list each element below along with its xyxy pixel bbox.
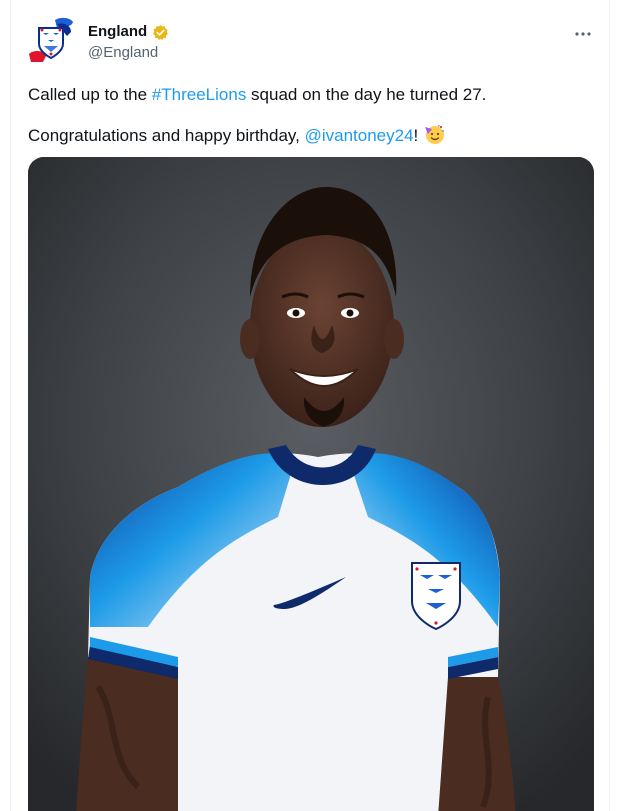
avatar[interactable]: [27, 16, 75, 64]
tweet-media[interactable]: [28, 157, 594, 811]
more-options-button[interactable]: [571, 22, 595, 46]
tweet-line-1: Called up to the #ThreeLions squad on th…: [28, 84, 598, 106]
tweet-card[interactable]: England @England Called up to the #Three…: [10, 0, 610, 811]
tweet-text-segment: !: [413, 126, 419, 145]
tweet-text: Called up to the #ThreeLions squad on th…: [28, 84, 598, 151]
page: England @England Called up to the #Three…: [0, 0, 621, 811]
verified-badge-icon[interactable]: [152, 24, 169, 41]
three-lions-crest-icon: [29, 17, 73, 62]
author-handle[interactable]: @England: [88, 43, 169, 63]
author-name[interactable]: England: [88, 22, 147, 42]
author-block: England @England: [88, 22, 169, 63]
more-dots-icon: [575, 32, 591, 36]
player-photo-england-kit: [28, 157, 594, 811]
tweet-text-segment: Called up to the: [28, 85, 152, 104]
party-face-emoji-icon: [423, 123, 445, 151]
mention-link[interactable]: @ivantoney24: [305, 126, 414, 145]
hashtag-link[interactable]: #ThreeLions: [152, 85, 247, 104]
tweet-text-segment: squad on the day he turned 27.: [246, 85, 487, 104]
tweet-line-2: Congratulations and happy birthday, @iva…: [28, 123, 598, 151]
tweet-text-segment: Congratulations and happy birthday,: [28, 126, 305, 145]
